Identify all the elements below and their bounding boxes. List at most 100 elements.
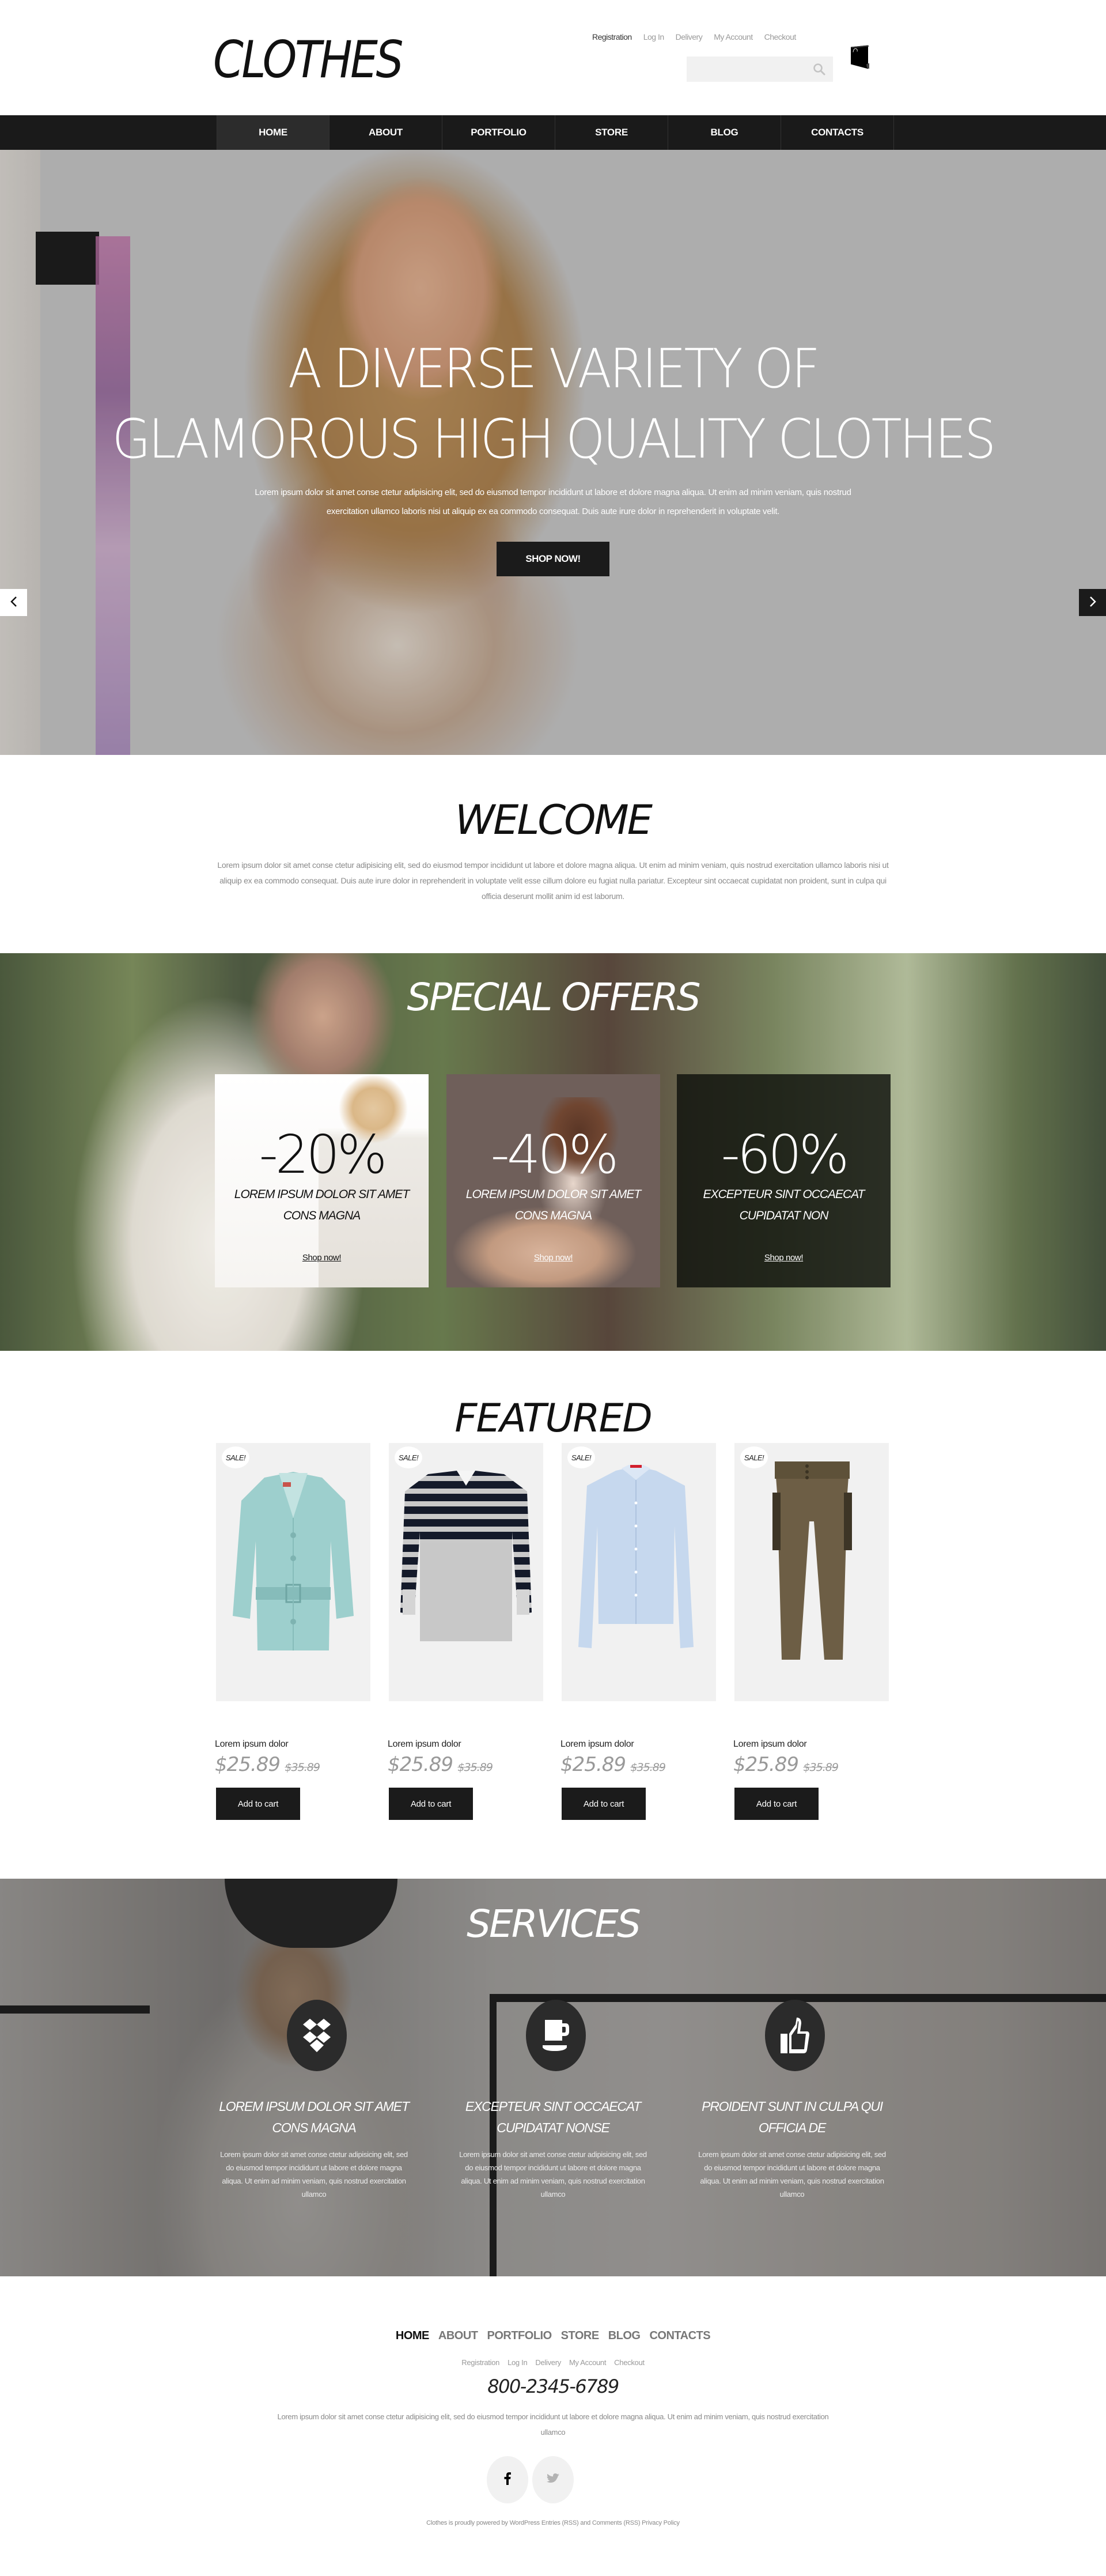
price-old: $35.89 [630, 1761, 665, 1774]
chevron-left-icon [9, 596, 18, 609]
footer-links: Registration Log In Delivery My Account … [0, 2358, 1106, 2367]
product-name[interactable]: Lorem ipsum dolor [215, 1739, 289, 1750]
top-link-login[interactable]: Log In [643, 32, 664, 41]
services-title: SERVICES [467, 1902, 641, 1946]
hero-title-line2: GLAMOROUS HIGH QUALITY CLOTHES [112, 408, 997, 471]
footer-link-checkout[interactable]: Checkout [614, 2358, 645, 2367]
product-name[interactable]: Lorem ipsum dolor [733, 1739, 807, 1750]
copyright: Clothes is proudly powered by WordPress … [426, 2520, 680, 2526]
price-current: $25.89 [560, 1753, 626, 1776]
services-section: SERVICES LOREM IPSUM DOLOR SIT AMET CONS… [0, 1879, 1106, 2276]
offer-card[interactable]: -40% LOREM IPSUM DOLOR SIT AMET CONS MAG… [446, 1074, 660, 1287]
add-to-cart-button[interactable]: Add to cart [216, 1788, 300, 1820]
price-old: $35.89 [285, 1761, 320, 1774]
add-to-cart-button[interactable]: Add to cart [734, 1788, 819, 1820]
footer-text: Lorem ipsum dolor sit amet conse ctetur … [277, 2412, 829, 2437]
product-image[interactable]: SALE! [562, 1443, 716, 1701]
search-icon[interactable] [812, 62, 826, 76]
dropbox-icon [287, 2000, 347, 2071]
offer-title: LOREM IPSUM DOLOR SIT AMET CONS MAGNA [465, 1188, 641, 1222]
add-to-cart-button[interactable]: Add to cart [562, 1788, 646, 1820]
offers-title: SPECIAL OFFERS [407, 975, 700, 1019]
hero-text-line2: exercitation ullamco laboris nisi ut ali… [326, 507, 780, 516]
special-offers-section: SPECIAL OFFERS -20% LOREM IPSUM DOLOR SI… [0, 953, 1106, 1351]
footer-nav-blog[interactable]: BLOG [608, 2329, 641, 2343]
offer-card[interactable]: -20% LOREM IPSUM DOLOR SIT AMET CONS MAG… [215, 1074, 429, 1287]
facebook-icon [504, 2472, 511, 2488]
top-links: Registration Log In Delivery My Account … [592, 32, 796, 41]
nav-item-contacts[interactable]: CONTACTS [781, 115, 894, 150]
top-link-delivery[interactable]: Delivery [676, 32, 703, 41]
service-text: Lorem ipsum dolor sit amet conse ctetur … [220, 2150, 408, 2199]
price-current: $25.89 [215, 1753, 281, 1776]
nav-item-blog[interactable]: BLOG [668, 115, 781, 150]
footer-link-login[interactable]: Log In [507, 2358, 528, 2367]
service-text: Lorem ipsum dolor sit amet conse ctetur … [698, 2150, 886, 2199]
product-image[interactable]: SALE! [734, 1443, 889, 1701]
footer-nav-about[interactable]: ABOUT [438, 2329, 478, 2343]
top-link-registration[interactable]: Registration [592, 32, 632, 41]
hero-description: Lorem ipsum dolor sit amet conse ctetur … [196, 483, 910, 521]
top-link-checkout[interactable]: Checkout [764, 32, 797, 41]
footer-nav-contacts[interactable]: CONTACTS [649, 2329, 710, 2343]
shopping-bag-icon[interactable] [850, 33, 870, 81]
coffee-cup-icon [526, 2000, 586, 2071]
price-current: $25.89 [388, 1753, 453, 1776]
sale-badge: SALE! [395, 1446, 422, 1468]
nav-item-portfolio[interactable]: PORTFOLIO [442, 115, 555, 150]
site-logo[interactable]: CLOTHES [213, 30, 404, 89]
sale-badge: SALE! [740, 1446, 768, 1468]
price-current: $25.89 [733, 1753, 799, 1776]
footer-phone: 800-2345-6789 [487, 2375, 619, 2397]
offer-shop-now-link[interactable]: Shop now! [677, 1253, 891, 1263]
shop-now-button[interactable]: SHOP NOW! [497, 542, 609, 576]
product-price: $25.89 $35.89 [215, 1753, 320, 1776]
product-image[interactable]: SALE! [389, 1443, 543, 1701]
price-old: $35.89 [803, 1761, 838, 1774]
main-nav: HOME ABOUT PORTFOLIO STORE BLOG CONTACTS [0, 115, 1106, 150]
search-input[interactable] [687, 56, 833, 82]
footer-nav-portfolio[interactable]: PORTFOLIO [487, 2329, 552, 2343]
product-price: $25.89 $35.89 [560, 1753, 666, 1776]
product-image[interactable]: SALE! [216, 1443, 370, 1701]
chevron-right-icon [1088, 596, 1097, 609]
offer-shop-now-link[interactable]: Shop now! [215, 1253, 429, 1263]
welcome-title: WELCOME [454, 796, 653, 844]
offer-card[interactable]: -60% EXCEPTEUR SINT OCCAECAT CUPIDATAT N… [677, 1074, 891, 1287]
footer-nav-home[interactable]: HOME [396, 2329, 430, 2343]
nav-item-about[interactable]: ABOUT [329, 115, 442, 150]
blue-shirt-image [578, 1465, 694, 1648]
striped-sweater-image [400, 1471, 532, 1641]
footer-nav-store[interactable]: STORE [561, 2329, 600, 2343]
product-name[interactable]: Lorem ipsum dolor [388, 1739, 461, 1750]
twitter-icon [547, 2473, 559, 2487]
add-to-cart-button[interactable]: Add to cart [389, 1788, 473, 1820]
nav-item-store[interactable]: STORE [555, 115, 668, 150]
footer-link-registration[interactable]: Registration [461, 2358, 499, 2367]
slider-prev-button[interactable] [0, 589, 27, 616]
top-link-my-account[interactable]: My Account [714, 32, 753, 41]
footer-link-delivery[interactable]: Delivery [535, 2358, 561, 2367]
service-title: EXCEPTEUR SINT OCCAECAT CUPIDATAT NONSE [465, 2099, 641, 2135]
site-header: CLOTHES Registration Log In Delivery My … [0, 0, 1106, 115]
service-title: LOREM IPSUM DOLOR SIT AMET CONS MAGNA [219, 2099, 410, 2135]
featured-title: FEATURED [454, 1396, 653, 1441]
facebook-button[interactable] [487, 2456, 528, 2503]
offer-shop-now-link[interactable]: Shop now! [446, 1253, 660, 1263]
offer-title: LOREM IPSUM DOLOR SIT AMET CONS MAGNA [234, 1188, 410, 1222]
product-name[interactable]: Lorem ipsum dolor [560, 1739, 634, 1750]
service-title: PROIDENT SUNT IN CULPA QUI OFFICIA DE [702, 2099, 883, 2135]
hero-slider: A DIVERSE VARIETY OF GLAMOROUS HIGH QUAL… [0, 150, 1106, 755]
product-price: $25.89 $35.89 [733, 1753, 839, 1776]
footer-nav: HOME ABOUT PORTFOLIO STORE BLOG CONTACTS [0, 2329, 1106, 2343]
twitter-button[interactable] [532, 2456, 574, 2503]
price-old: $35.89 [457, 1761, 493, 1774]
hero-title-line1: A DIVERSE VARIETY OF [287, 338, 820, 401]
offer-percent: -40% [490, 1124, 619, 1185]
nav-item-home[interactable]: HOME [217, 115, 329, 150]
offer-title: EXCEPTEUR SINT OCCAECAT CUPIDATAT NON [703, 1188, 865, 1222]
thumbs-up-icon [765, 2000, 825, 2071]
sale-badge: SALE! [567, 1446, 595, 1468]
footer-link-my-account[interactable]: My Account [569, 2358, 607, 2367]
slider-next-button[interactable] [1079, 589, 1106, 616]
